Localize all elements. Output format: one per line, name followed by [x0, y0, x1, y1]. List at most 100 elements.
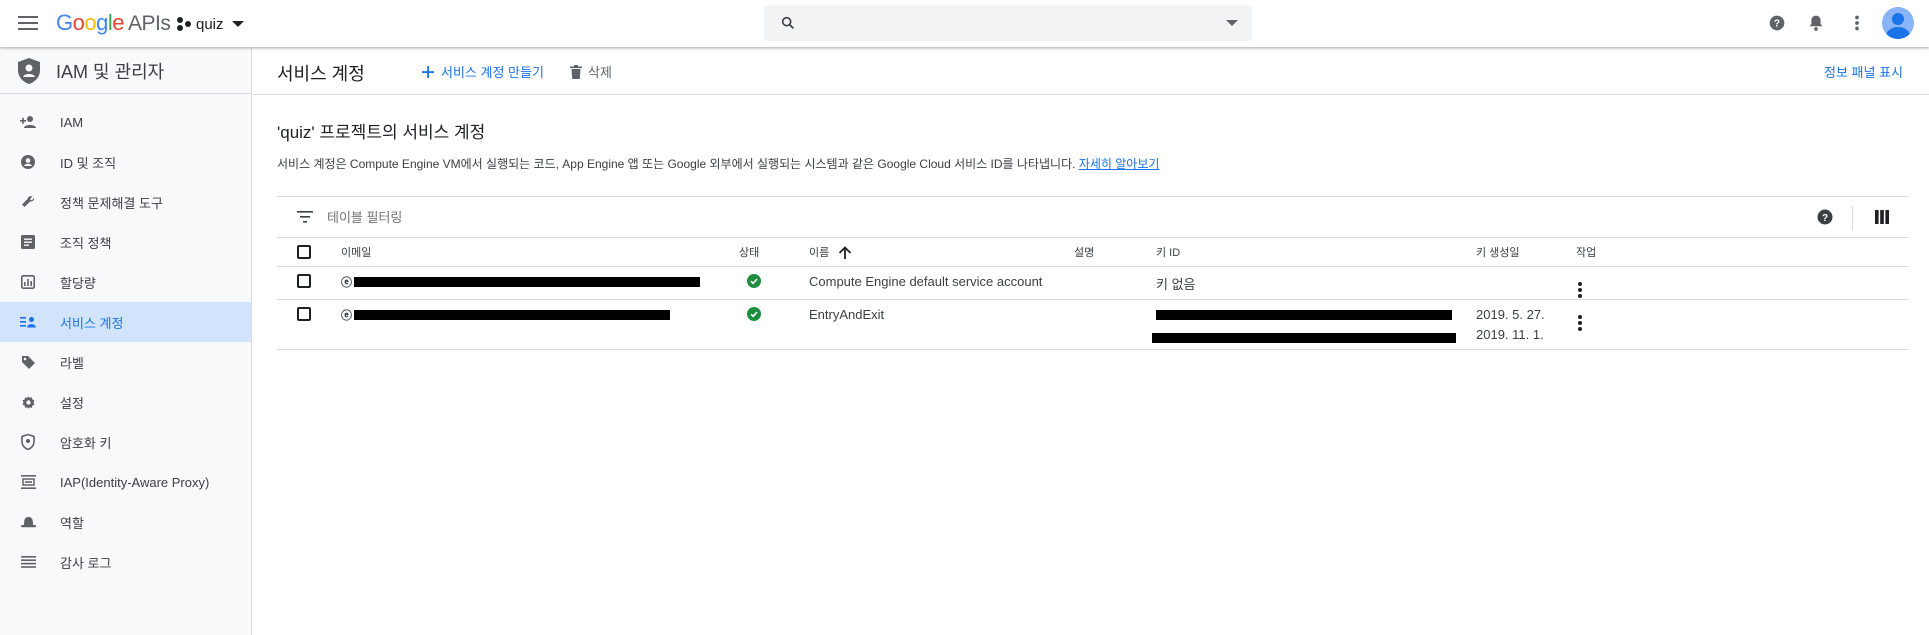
main-content: 서비스 계정 서비스 계정 만들기 삭제 정보 패널 표시 'quiz' 프로젝…: [253, 48, 1929, 635]
column-header-key-created[interactable]: 키 생성일: [1476, 238, 1576, 267]
section-description: 서비스 계정은 Compute Engine VM에서 실행되는 코드, App…: [277, 157, 1160, 171]
row-actions-menu-icon[interactable]: [1576, 281, 1584, 299]
sidebar-item-settings[interactable]: 설정: [0, 382, 251, 422]
name-cell: EntryAndExit: [809, 299, 1074, 350]
create-service-account-button[interactable]: 서비스 계정 만들기: [421, 62, 544, 81]
top-app-bar: Google APIs quiz ?: [0, 0, 1929, 47]
sidebar-title: IAM 및 관리자: [56, 61, 165, 82]
project-name: quiz: [196, 15, 224, 33]
column-header-key-id[interactable]: 키 ID: [1156, 238, 1476, 267]
select-all-checkbox[interactable]: [297, 244, 311, 259]
service-account-icon: ⓔ: [341, 277, 352, 290]
sidebar-item-label: 설정: [60, 395, 84, 411]
sidebar-item-label: 정책 문제해결 도구: [60, 195, 163, 211]
row-checkbox[interactable]: [297, 306, 311, 321]
gear-icon: [22, 395, 34, 409]
sidebar-nav: IAM 및 관리자 IAM ID 및 조직 정책 문제해결 도구 조직 정책 할…: [0, 48, 252, 635]
description-cell: [1074, 266, 1156, 300]
sidebar-item-label: 라벨: [60, 355, 84, 371]
column-header-status[interactable]: 상태: [739, 238, 809, 267]
column-display-icon[interactable]: [1875, 210, 1889, 224]
plus-icon: [422, 65, 434, 78]
sidebar-item-identity-organization[interactable]: ID 및 조직: [0, 142, 251, 182]
label-icon: [21, 355, 35, 369]
divider: [1852, 206, 1853, 230]
column-header-name[interactable]: 이름: [809, 238, 1074, 267]
search-input[interactable]: [808, 11, 1208, 35]
sidebar-item-labels[interactable]: 라벨: [0, 342, 251, 382]
project-selector[interactable]: quiz: [176, 13, 244, 35]
notifications-bell-icon[interactable]: [1805, 12, 1827, 34]
gauge-icon: [21, 275, 35, 289]
redacted-email: [354, 277, 700, 288]
sidebar-item-quotas[interactable]: 할당량: [0, 262, 251, 302]
key-created-cell: 2019. 5. 27. 2019. 11. 1.: [1476, 299, 1576, 350]
sidebar-item-label: 할당량: [60, 275, 96, 291]
google-apis-logo[interactable]: Google APIs: [56, 10, 171, 36]
shield-key-icon: [21, 434, 35, 450]
list-box-icon: [21, 235, 35, 249]
name-cell: Compute Engine default service account: [809, 266, 1074, 300]
sidebar-item-audit-logs[interactable]: 감사 로그: [0, 542, 251, 582]
email-cell[interactable]: ⓔ: [341, 266, 739, 300]
table-row: ⓔ Compute Engine default service account…: [277, 266, 1909, 300]
sidebar-item-label: 감사 로그: [60, 555, 112, 571]
status-enabled-icon: [747, 306, 761, 321]
iam-shield-icon: [18, 57, 40, 84]
sort-ascending-arrow-icon: [839, 246, 852, 259]
email-cell[interactable]: ⓔ: [341, 299, 739, 350]
show-info-panel-button[interactable]: 정보 패널 표시: [1824, 62, 1903, 81]
sidebar-item-label: IAP(Identity-Aware Proxy): [60, 474, 210, 490]
column-header-description[interactable]: 설명: [1074, 238, 1156, 267]
more-vert-icon[interactable]: [1846, 12, 1868, 34]
service-account-icon: ⓔ: [341, 310, 352, 323]
search-icon: [781, 16, 794, 29]
table-help-icon[interactable]: ?: [1817, 209, 1833, 225]
project-dots-icon: [176, 16, 192, 32]
sidebar-item-cryptographic-keys[interactable]: 암호화 키: [0, 422, 251, 462]
user-avatar[interactable]: [1882, 7, 1914, 39]
sidebar-item-roles[interactable]: 역할: [0, 502, 251, 542]
sidebar-item-service-accounts[interactable]: 서비스 계정: [0, 302, 251, 342]
key-id-cell: 키 없음: [1156, 266, 1476, 300]
search-dropdown-icon[interactable]: [1226, 20, 1238, 26]
delete-button[interactable]: 삭제: [570, 62, 612, 81]
redacted-email: [354, 310, 670, 321]
search-bar[interactable]: [764, 5, 1252, 41]
service-accounts-table: 이메일 상태 이름 설명 키 ID 키 생성일 작업 ⓔ Compute Eng…: [277, 238, 1909, 350]
sidebar-item-policy-troubleshooter[interactable]: 정책 문제해결 도구: [0, 182, 251, 222]
row-actions-menu-icon[interactable]: [1576, 314, 1584, 332]
svg-text:?: ?: [1822, 213, 1828, 224]
person-add-icon: [20, 116, 36, 128]
page-title: 서비스 계정: [277, 64, 365, 84]
key-created-cell: [1476, 266, 1576, 300]
key-id-cell: [1152, 299, 1476, 350]
sidebar-item-label: 조직 정책: [60, 235, 112, 251]
table-filter-input[interactable]: [327, 207, 727, 227]
sidebar-item-iap[interactable]: IAP(Identity-Aware Proxy): [0, 462, 251, 502]
sidebar-item-label: 역할: [60, 515, 84, 531]
column-header-actions: 작업: [1576, 238, 1909, 267]
account-circle-icon: [21, 155, 35, 169]
action-bar: 서비스 계정 서비스 계정 만들기 삭제 정보 패널 표시: [253, 48, 1929, 95]
table-header-row: 이메일 상태 이름 설명 키 ID 키 생성일 작업: [277, 238, 1909, 267]
table-row: ⓔ EntryAndExit 2019. 5. 27. 2019. 11. 1.: [277, 299, 1909, 350]
chevron-down-icon: [231, 21, 244, 27]
redacted-key-id: [1156, 310, 1452, 321]
sidebar-item-label: 암호화 키: [60, 435, 112, 451]
sidebar-item-org-policies[interactable]: 조직 정책: [0, 222, 251, 262]
lines-icon: [20, 556, 36, 568]
learn-more-link[interactable]: 자세히 알아보기: [1079, 157, 1160, 171]
wrench-icon: [21, 195, 34, 207]
column-header-email[interactable]: 이메일: [341, 238, 739, 267]
filter-icon: [297, 211, 313, 223]
row-checkbox[interactable]: [297, 273, 311, 288]
section-title: 'quiz' 프로젝트의 서비스 계정: [277, 123, 486, 142]
sidebar-header: IAM 및 관리자: [0, 48, 251, 94]
service-account-icon: [20, 317, 36, 328]
help-icon[interactable]: ?: [1766, 12, 1788, 34]
sidebar-item-iam[interactable]: IAM: [0, 102, 251, 142]
sidebar-item-label: IAM: [60, 114, 84, 130]
hamburger-menu-icon[interactable]: [16, 12, 40, 34]
key-created-date: 2019. 11. 1.: [1476, 326, 1544, 342]
